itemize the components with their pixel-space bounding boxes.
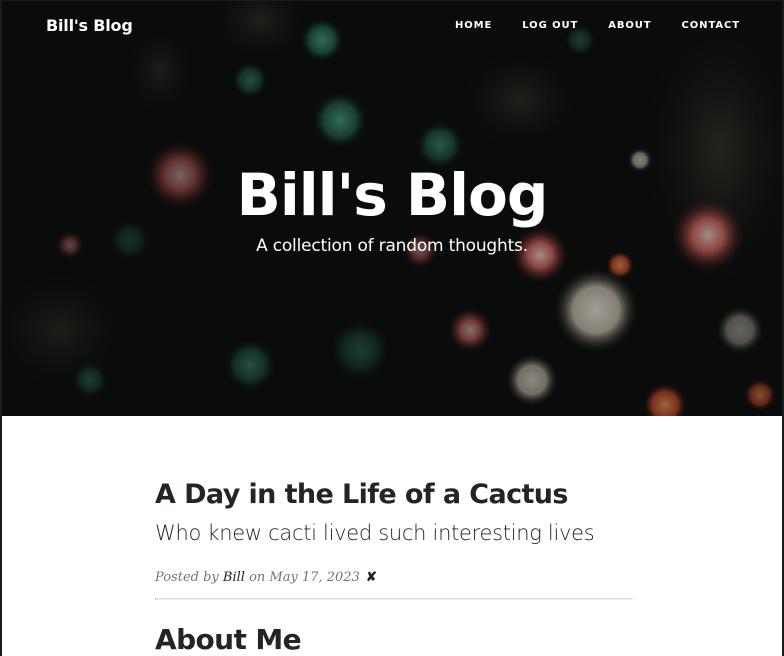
site-subtitle: A collection of random thoughts.: [256, 236, 528, 256]
delete-post-icon[interactable]: ✘: [366, 570, 377, 585]
post-meta: Posted by Bill on May 17, 2023 ✘: [155, 569, 377, 587]
hero-header: Bill's Blog HOME LOG OUT ABOUT CONTACT B…: [0, 0, 784, 416]
site-title: Bill's Blog: [236, 161, 549, 229]
site-heading: Bill's Blog A collection of random thoug…: [0, 160, 784, 256]
post-title-link[interactable]: A Day in the Life of a Cactus: [155, 478, 568, 512]
post-subtitle[interactable]: Who knew cacti lived such interesting li…: [155, 519, 595, 547]
nav-link-home[interactable]: HOME: [455, 20, 492, 31]
post-author-link[interactable]: Bill: [223, 570, 245, 585]
about-me-heading: About Me: [155, 623, 302, 656]
nav-link-about[interactable]: ABOUT: [608, 20, 651, 31]
nav-link-log-out[interactable]: LOG OUT: [522, 20, 578, 31]
post-meta-prefix: Posted by: [155, 570, 219, 585]
main-navbar: Bill's Blog HOME LOG OUT ABOUT CONTACT: [0, 0, 784, 52]
post-date: May 17, 2023: [269, 570, 360, 585]
post-meta-on: on: [249, 570, 266, 585]
post-divider: [155, 598, 633, 600]
brand-link[interactable]: Bill's Blog: [46, 16, 133, 35]
nav-link-contact[interactable]: CONTACT: [682, 20, 740, 31]
nav-links: HOME LOG OUT ABOUT CONTACT: [455, 20, 740, 31]
